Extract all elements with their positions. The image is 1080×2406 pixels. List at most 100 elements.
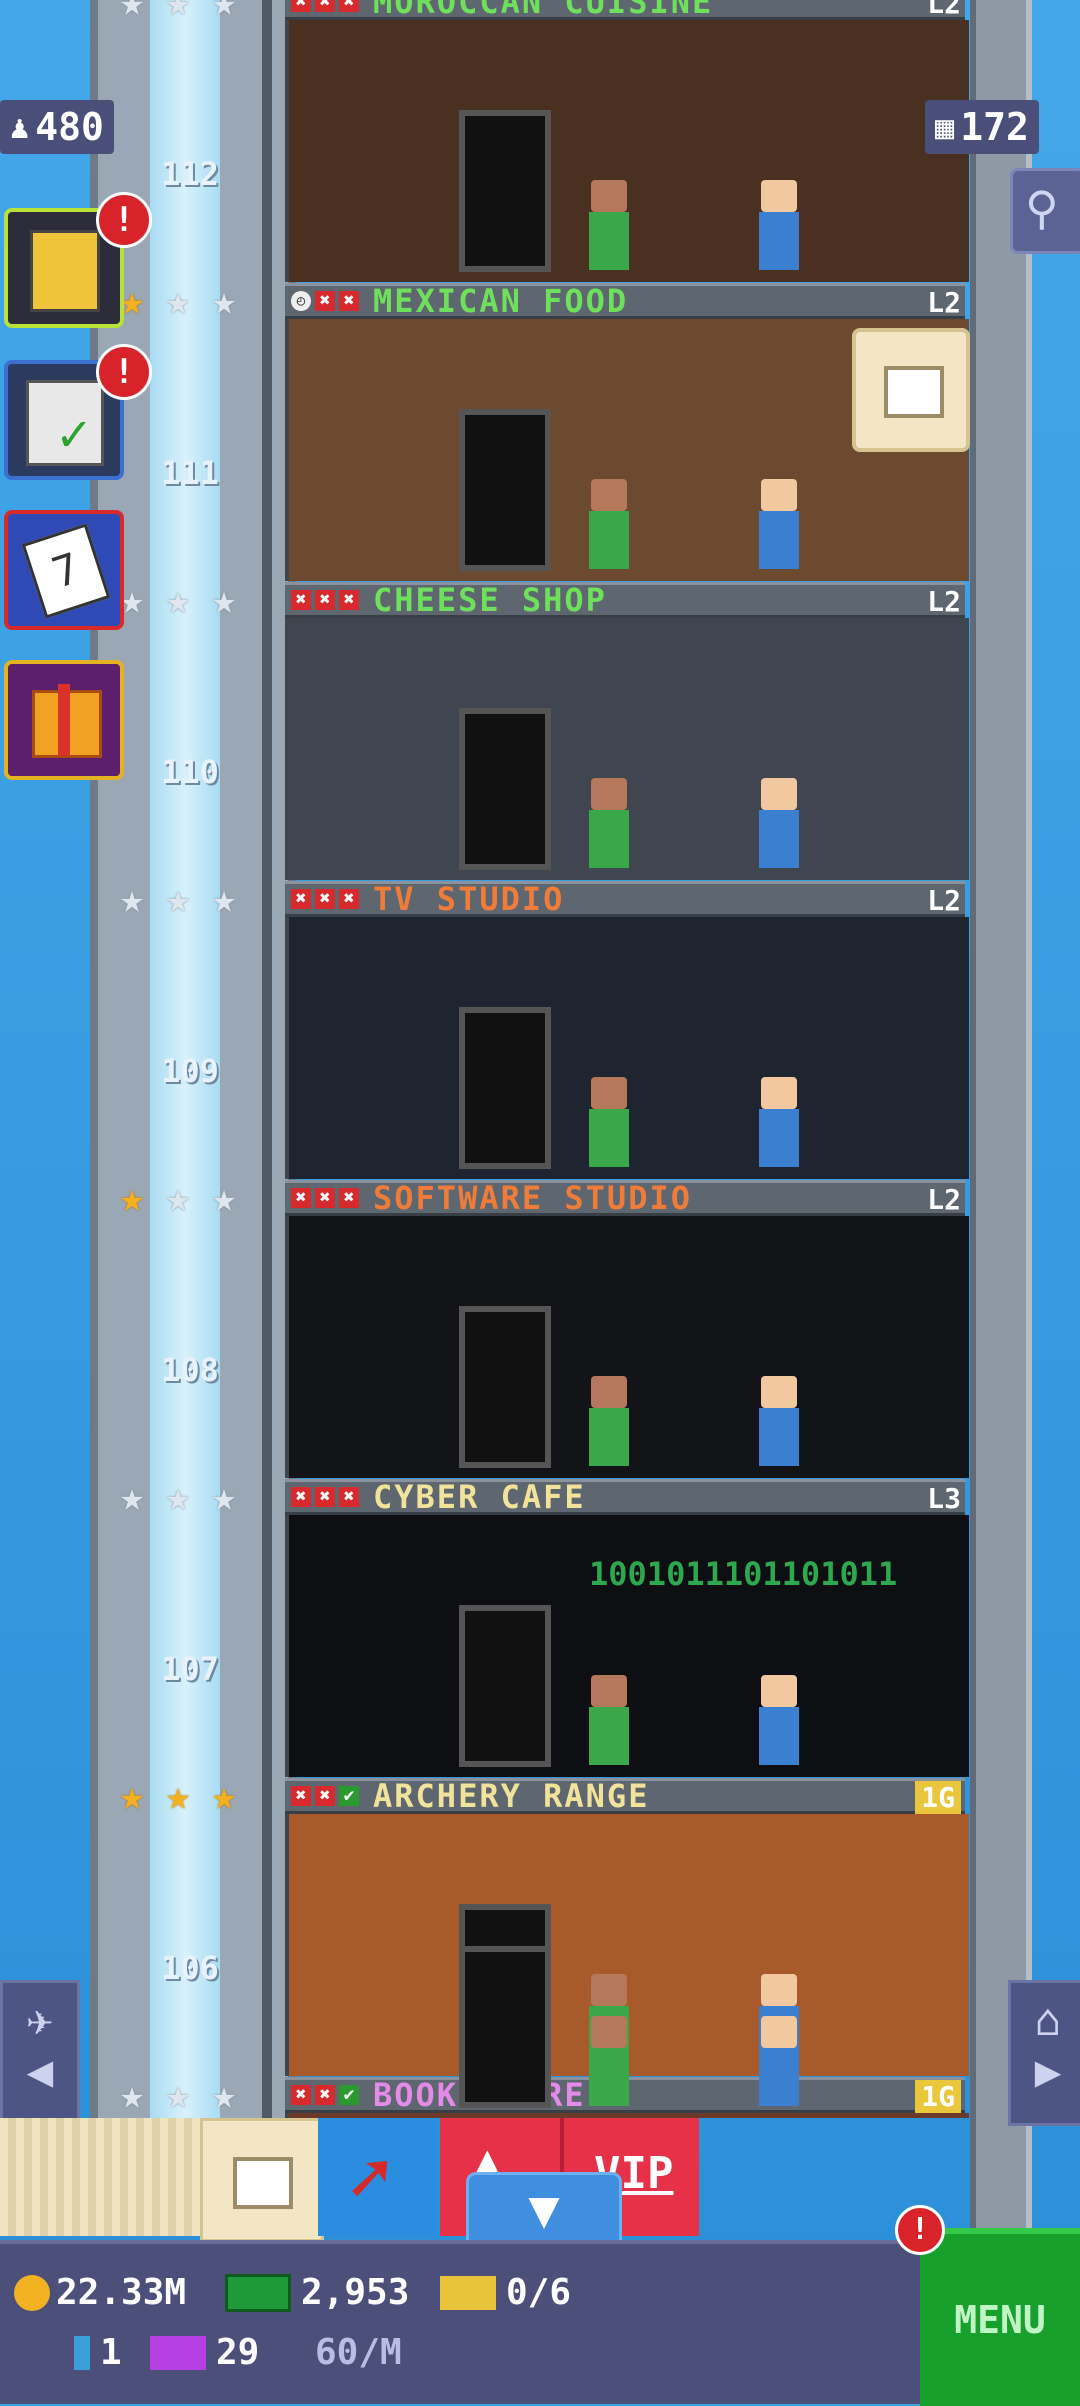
bitizen[interactable] bbox=[589, 2016, 629, 2106]
gold-star-icon: ★ bbox=[212, 1773, 237, 1819]
floor-stock-status: ✖ ✖ ✖ bbox=[291, 0, 359, 12]
floor-room[interactable]: 1001011101101011 bbox=[285, 1515, 969, 1777]
gold-star-icon: ★ bbox=[166, 1773, 191, 1819]
tool-crate-button[interactable] bbox=[200, 2118, 324, 2242]
star-icon: ★ bbox=[212, 876, 237, 922]
bux-stat: 2,953 bbox=[225, 2272, 409, 2313]
bitizen[interactable] bbox=[589, 180, 629, 270]
gift-ribbon bbox=[58, 684, 70, 756]
floor-header[interactable]: ✖ ✖ ✖ CHEESE SHOP L2 bbox=[285, 581, 965, 619]
floor-count-value: 172 bbox=[960, 105, 1029, 149]
arrow-right-icon: ▶ bbox=[1034, 2046, 1062, 2097]
search-button[interactable]: ⚲ bbox=[1010, 168, 1080, 254]
star-icon: ★ bbox=[212, 278, 237, 324]
floor-header[interactable]: ✖ ✖ ✖ CYBER CAFE L3 bbox=[285, 1478, 965, 1516]
rate-stat: 60/M bbox=[315, 2332, 402, 2373]
floor-counter: ▦ 172 bbox=[925, 100, 1039, 154]
sold-out-icon: ✖ bbox=[291, 0, 311, 12]
magnifier-icon: ⚲ bbox=[1025, 181, 1059, 235]
binary-sign: 1001011101101011 bbox=[589, 1555, 898, 1593]
floor-number: 107 bbox=[161, 1650, 219, 1688]
person-icon: ♟ bbox=[10, 108, 30, 146]
crate-button[interactable] bbox=[852, 328, 970, 452]
missions-button[interactable]: ✓ ! bbox=[4, 344, 152, 480]
bitizen[interactable] bbox=[759, 1077, 799, 1167]
room-door bbox=[459, 708, 551, 870]
stocked-check-icon: ✔ bbox=[339, 2085, 359, 2105]
elevator-value: 1 bbox=[100, 2332, 122, 2373]
floor-stars: ★ ★ ★ bbox=[120, 281, 252, 321]
floor-room[interactable] bbox=[285, 618, 969, 880]
daily-calendar-button[interactable]: 7 bbox=[4, 510, 124, 630]
tower-icon bbox=[30, 230, 100, 312]
floor-stars: ★ ★ ★ bbox=[120, 1776, 252, 1816]
room-door bbox=[459, 1605, 551, 1767]
floor-header[interactable]: ✖ ✖ ✖ TV STUDIO L2 bbox=[285, 880, 965, 918]
room-door bbox=[459, 1007, 551, 1169]
gold-star-icon: ★ bbox=[120, 278, 145, 324]
bitizen[interactable] bbox=[759, 778, 799, 868]
elevator-icon bbox=[74, 2335, 90, 2370]
sold-out-icon: ✖ bbox=[339, 1487, 359, 1507]
floor-header[interactable]: ✖ ✖ ✖ MOROCCAN CUISINE L2 bbox=[285, 0, 965, 21]
star-icon: ★ bbox=[166, 1474, 191, 1520]
bitizen[interactable] bbox=[759, 1675, 799, 1765]
floor-stars: ★ ★ ★ bbox=[120, 580, 252, 620]
floor-number: 110 bbox=[161, 753, 219, 791]
floor-level-badge: L3 bbox=[927, 1482, 961, 1515]
floor-room[interactable] bbox=[285, 917, 969, 1179]
bitizen[interactable] bbox=[759, 2016, 799, 2106]
gold-star-icon: ★ bbox=[120, 1175, 145, 1221]
floor-name: MOROCCAN CUISINE bbox=[373, 0, 714, 21]
bitizen[interactable] bbox=[589, 1077, 629, 1167]
elevator-stat: 1 bbox=[74, 2332, 122, 2373]
bitizen[interactable] bbox=[589, 1376, 629, 1466]
tower-button[interactable]: ! bbox=[4, 192, 152, 328]
floor-level-badge: L2 bbox=[927, 585, 961, 618]
floor-header[interactable]: ◴ ✖ ✖ MEXICAN FOOD L2 bbox=[285, 282, 965, 320]
gift-button[interactable] bbox=[4, 660, 124, 780]
bitizen[interactable] bbox=[759, 479, 799, 569]
coin-icon bbox=[14, 2274, 50, 2311]
bitizen[interactable] bbox=[589, 479, 629, 569]
floor-header[interactable]: ✖ ✖ ✔ ARCHERY RANGE 1G bbox=[285, 1777, 965, 1815]
floor-name: SOFTWARE STUDIO bbox=[373, 1179, 692, 1217]
lobby-nav-button[interactable]: ✈ ◀ bbox=[0, 1980, 80, 2126]
building-icon: ▦ bbox=[935, 108, 955, 146]
tool-slot-empty[interactable] bbox=[0, 2118, 200, 2236]
floor-number: 112 bbox=[161, 155, 219, 193]
sold-out-icon: ✖ bbox=[315, 0, 335, 12]
floor-room[interactable] bbox=[285, 1216, 969, 1478]
sold-out-icon: ✖ bbox=[315, 1188, 335, 1208]
sold-out-icon: ✖ bbox=[291, 889, 311, 909]
vip-stat: 29 bbox=[150, 2332, 259, 2373]
floor-number: 108 bbox=[161, 1351, 219, 1389]
bitizen[interactable] bbox=[589, 778, 629, 868]
coins-value: 22.33M bbox=[56, 2272, 187, 2313]
rate-value: 60/M bbox=[315, 2332, 402, 2373]
status-bar: 22.33M 2,953 0/6 1 29 60/M bbox=[0, 2240, 920, 2404]
ticket-icon bbox=[440, 2275, 496, 2310]
bitizen[interactable] bbox=[759, 180, 799, 270]
floor-stars: ★ ★ ★ bbox=[120, 1178, 252, 1218]
missions-alert-badge: ! bbox=[96, 344, 152, 400]
star-icon: ★ bbox=[212, 0, 237, 25]
floor-header[interactable]: ✖ ✖ ✖ SOFTWARE STUDIO L2 bbox=[285, 1179, 965, 1217]
star-icon: ★ bbox=[120, 577, 145, 623]
room-door bbox=[459, 1946, 551, 2108]
floor-stock-status: ✖ ✖ ✖ bbox=[291, 889, 359, 909]
calendar-icon: 7 bbox=[21, 523, 111, 619]
floor-name: ARCHERY RANGE bbox=[373, 1777, 650, 1815]
star-icon: ★ bbox=[166, 577, 191, 623]
bitizen[interactable] bbox=[589, 1675, 629, 1765]
roof-nav-button[interactable]: ⌂ ▶ bbox=[1008, 1980, 1080, 2126]
sold-out-icon: ✖ bbox=[315, 2085, 335, 2105]
arrow-up-right-icon: ➚ bbox=[348, 2136, 392, 2220]
menu-button[interactable]: MENU bbox=[920, 2228, 1080, 2406]
raffle-button[interactable]: ➚ bbox=[318, 2118, 436, 2236]
floor-number: 106 bbox=[161, 1949, 219, 1987]
bitizen[interactable] bbox=[759, 1376, 799, 1466]
floor-room[interactable] bbox=[285, 20, 969, 282]
floor-level-badge: L2 bbox=[927, 1183, 961, 1216]
elevator-down-button[interactable]: ▼ bbox=[466, 2172, 622, 2248]
